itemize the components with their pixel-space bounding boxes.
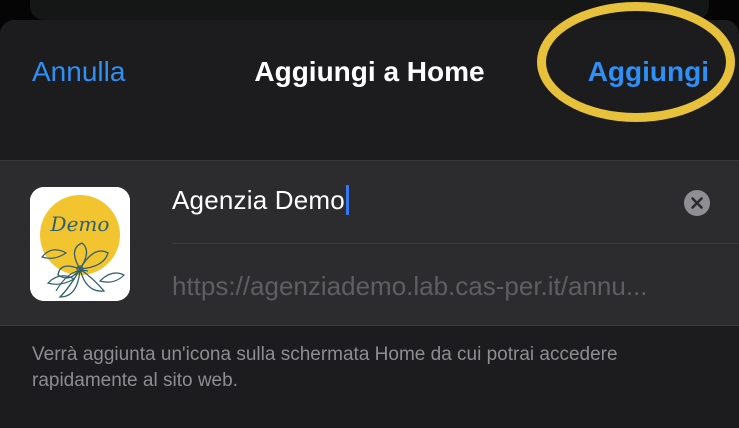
footnote-text: Verrà aggiunta un'icona sulla schermata … [32,344,618,391]
add-button[interactable]: Aggiungi [588,56,709,88]
clear-text-button[interactable] [684,190,710,216]
navigation-bar: Annulla Aggiungi a Home Aggiungi [0,2,739,128]
name-input-value: Agenzia Demo [172,185,345,215]
app-icon-preview: Demo [30,187,130,301]
cancel-button[interactable]: Annulla [32,56,125,88]
bookmark-form: Demo Agenzia Demo https://agenziademo.la… [0,160,739,326]
add-to-home-screen: Annulla Aggiungi a Home Aggiungi Demo Ag… [0,0,739,428]
clear-text-icon [691,197,703,209]
name-input[interactable]: Agenzia Demo [172,185,349,216]
field-divider [172,243,739,244]
flower-logo-icon: Demo [30,187,130,301]
svg-text:Demo: Demo [50,212,110,236]
text-caret [345,185,349,215]
add-to-home-sheet: Annulla Aggiungi a Home Aggiungi Demo Ag… [0,2,739,428]
url-field: https://agenziademo.lab.cas-per.it/annu.… [172,271,648,301]
name-field[interactable]: Agenzia Demo [172,161,739,243]
background-card [30,0,709,20]
